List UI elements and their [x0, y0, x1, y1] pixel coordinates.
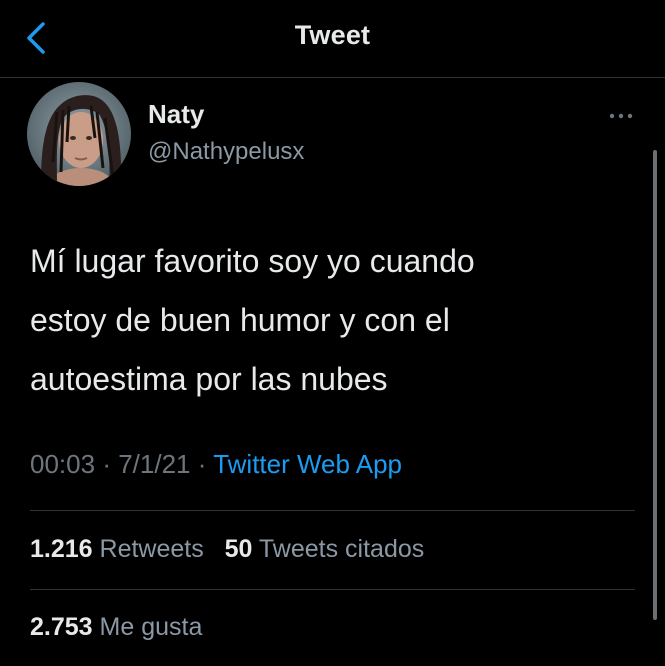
tweet-line: autoestima por las nubes [30, 361, 388, 397]
more-horizontal-icon [609, 113, 633, 119]
tweet-metadata: 00:03 · 7/1/21 · Twitter Web App [30, 449, 402, 480]
divider [30, 510, 635, 511]
scrollbar[interactable] [653, 150, 657, 620]
author-handle[interactable]: @Nathypelusx [148, 138, 304, 166]
more-options-button[interactable] [606, 104, 636, 128]
retweets-label: Retweets [99, 535, 204, 563]
tweet-text: Mí lugar favorito soy yo cuando estoy de… [30, 232, 630, 409]
author-name[interactable]: Naty [148, 99, 204, 130]
meta-separator: · [102, 449, 111, 479]
quotes-count: 50 [224, 535, 253, 563]
likes-stat[interactable]: 2.753 Me gusta [30, 613, 202, 641]
tweet-date: 7/1/21 [118, 449, 191, 479]
divider [30, 589, 635, 590]
retweet-stats-row: 1.216 Retweets 50 Tweets citados [30, 535, 424, 564]
likes-stats-row: 2.753 Me gusta [30, 613, 202, 642]
tweet-line: Mí lugar favorito soy yo cuando [30, 243, 475, 279]
quotes-label: Tweets citados [258, 535, 425, 563]
quote-tweets-stat[interactable]: 50 Tweets citados [225, 535, 425, 563]
likes-label: Me gusta [99, 613, 203, 641]
retweets-count: 1.216 [30, 535, 93, 563]
tweet-time: 00:03 [30, 449, 96, 479]
retweets-stat[interactable]: 1.216 Retweets [30, 535, 204, 563]
profile-photo [27, 82, 131, 186]
tweet-line: estoy de buen humor y con el [30, 302, 450, 338]
meta-separator: · [197, 449, 207, 479]
avatar[interactable] [27, 82, 131, 186]
page-title: Tweet [294, 20, 371, 50]
tweet-source-link[interactable]: Twitter Web App [213, 449, 402, 479]
top-bar: Tweet [0, 0, 665, 78]
likes-count: 2.753 [30, 613, 93, 641]
